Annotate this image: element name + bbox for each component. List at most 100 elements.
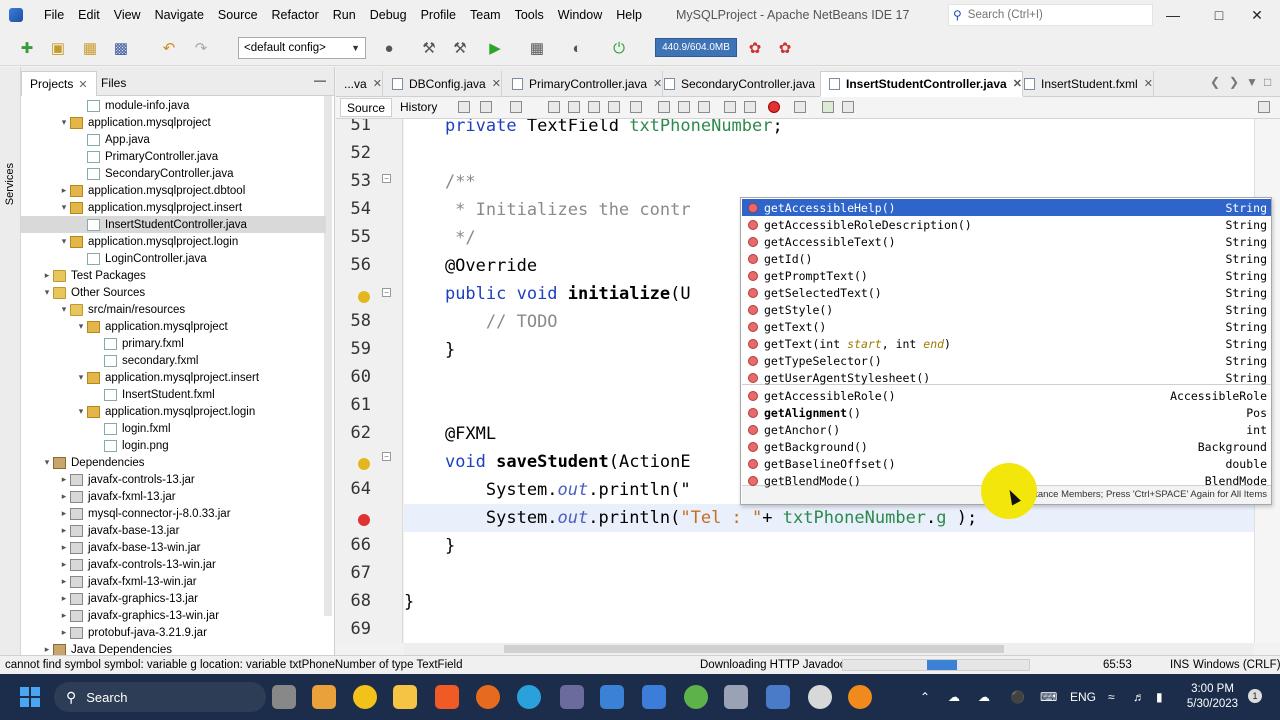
clean-build-icon[interactable]: ⚒ (449, 37, 471, 59)
toggle-search-icon[interactable] (630, 101, 642, 113)
expanded-toggle-icon[interactable]: ▾ (58, 304, 70, 315)
tree-item[interactable]: PrimaryController.java (21, 148, 326, 165)
override-hint-icon[interactable] (358, 291, 370, 303)
windows-start-icon[interactable] (20, 687, 40, 707)
forward-icon[interactable] (510, 101, 522, 113)
tab-files[interactable]: Files (93, 71, 134, 96)
menu-navigate[interactable]: Navigate (148, 0, 211, 30)
telegram-icon[interactable] (517, 685, 541, 709)
menu-edit[interactable]: Edit (71, 0, 107, 30)
debug-icon[interactable]: ▦ (526, 37, 548, 59)
completion-item[interactable]: getAccessibleRoleDescription() String (742, 216, 1271, 233)
completion-item[interactable]: getAccessibleText() String (742, 233, 1271, 250)
undo-icon[interactable]: ↶ (158, 37, 180, 59)
completion-item[interactable]: getText() String (742, 318, 1271, 335)
tab-scroll-left-icon[interactable]: ❮ (1210, 75, 1220, 89)
tree-item[interactable]: ▸ javafx-controls-13-win.jar (21, 556, 326, 573)
collapsed-toggle-icon[interactable]: ▸ (58, 525, 70, 536)
tray-expand-icon[interactable]: ⌃ (920, 674, 930, 720)
tree-item[interactable]: ▾ Other Sources (21, 284, 326, 301)
code-line[interactable]: /** (404, 168, 1254, 196)
firefox-icon[interactable] (476, 685, 500, 709)
expanded-toggle-icon[interactable]: ▾ (75, 372, 87, 383)
tree-item[interactable]: App.java (21, 131, 326, 148)
tree-item[interactable]: login.fxml (21, 420, 326, 437)
close-icon[interactable]: ✕ (78, 79, 87, 91)
completion-item[interactable]: getBackground() Background (742, 438, 1271, 455)
tree-item[interactable]: ▸ javafx-graphics-13.jar (21, 590, 326, 607)
tree-item[interactable]: ▾ application.mysqlproject.insert (21, 199, 326, 216)
services-tab[interactable]: Services (4, 163, 16, 205)
expanded-toggle-icon[interactable]: ▾ (41, 287, 53, 298)
menu-refactor[interactable]: Refactor (265, 0, 326, 30)
volume-icon[interactable]: ♬ (1133, 674, 1145, 720)
collapsed-toggle-icon[interactable]: ▸ (41, 644, 53, 655)
find-next-icon[interactable] (568, 101, 580, 113)
completion-item[interactable]: getUserAgentStylesheet() String (742, 369, 1271, 386)
completion-item[interactable]: getAccessibleRole() AccessibleRole (742, 387, 1271, 404)
ide-search-box[interactable]: ⚲ (948, 4, 1153, 26)
completion-item[interactable]: getTypeSelector() String (742, 352, 1271, 369)
todo-icon[interactable] (600, 685, 624, 709)
fold-icon[interactable]: − (382, 288, 391, 297)
collapsed-toggle-icon[interactable]: ▸ (58, 542, 70, 553)
tree-item[interactable]: ▸ Java Dependencies (21, 641, 326, 655)
collapsed-toggle-icon[interactable]: ▸ (58, 508, 70, 519)
app-orange-icon[interactable] (848, 685, 872, 709)
completion-item[interactable]: getAlignment() Pos (742, 404, 1271, 421)
collapsed-toggle-icon[interactable]: ▸ (58, 491, 70, 502)
menu-source[interactable]: Source (211, 0, 265, 30)
prev-bookmark-icon[interactable] (658, 101, 670, 113)
wifi-icon[interactable]: ≈ (1108, 674, 1115, 720)
chrome-icon[interactable] (353, 685, 377, 709)
editor-tab[interactable]: PrimaryController.java ✕ (504, 71, 664, 97)
completion-item[interactable]: getText(int start, int end) String (742, 335, 1271, 352)
editor-tab[interactable]: InsertStudent.fxml ✕ (1016, 71, 1154, 97)
tree-item[interactable]: ▸ Test Packages (21, 267, 326, 284)
collapsed-toggle-icon[interactable]: ▸ (58, 576, 70, 587)
horizontal-scrollbar[interactable] (404, 643, 1254, 655)
shift-right-icon[interactable] (744, 101, 756, 113)
keyboard-icon[interactable]: ⌨ (1040, 674, 1057, 720)
new-project-icon[interactable]: ▣ (47, 37, 69, 59)
fold-icon[interactable]: − (382, 452, 391, 461)
tree-item[interactable]: ▸ javafx-fxml-13.jar (21, 488, 326, 505)
collapsed-toggle-icon[interactable]: ▸ (58, 610, 70, 621)
tree-item[interactable]: secondary.fxml (21, 352, 326, 369)
completion-item[interactable]: getAnchor() int (742, 421, 1271, 438)
tree-item[interactable]: ▸ application.mysqlproject.dbtool (21, 182, 326, 199)
collapsed-toggle-icon[interactable]: ▸ (58, 185, 70, 196)
collapsed-toggle-icon[interactable]: ▸ (58, 593, 70, 604)
tree-item[interactable]: primary.fxml (21, 335, 326, 352)
redo-icon[interactable]: ↷ (190, 37, 212, 59)
code-line[interactable]: private TextField txtPhoneNumber; (404, 119, 1254, 140)
app-icon[interactable] (560, 685, 584, 709)
tree-item[interactable]: login.png (21, 437, 326, 454)
tree-item[interactable]: InsertStudent.fxml (21, 386, 326, 403)
tree-item[interactable]: ▸ javafx-graphics-13-win.jar (21, 607, 326, 624)
tree-item[interactable]: ▸ mysql-connector-j-8.0.33.jar (21, 505, 326, 522)
tree-item[interactable]: InsertStudentController.java (21, 216, 326, 233)
tree-item[interactable]: ▾ Dependencies (21, 454, 326, 471)
menu-run[interactable]: Run (326, 0, 363, 30)
cloud-icon[interactable]: ☁ (948, 674, 960, 720)
back-icon[interactable] (480, 101, 492, 113)
tab-projects[interactable]: Projects ✕ (21, 71, 97, 96)
find-prev-icon[interactable] (548, 101, 560, 113)
menu-window[interactable]: Window (551, 0, 609, 30)
line-endings[interactable]: Windows (CRLF) (1193, 656, 1280, 674)
comment-icon[interactable] (822, 101, 834, 113)
menu-team[interactable]: Team (463, 0, 508, 30)
tree-item[interactable]: ▸ javafx-controls-13.jar (21, 471, 326, 488)
stop-macro-icon[interactable] (794, 101, 806, 113)
uncomment-icon[interactable] (842, 101, 854, 113)
notification-badge[interactable]: 1 (1248, 689, 1262, 703)
profiler-icon[interactable]: ✿ (774, 37, 796, 59)
record-macro-icon[interactable] (768, 101, 780, 113)
spring-icon[interactable] (684, 685, 708, 709)
expanded-toggle-icon[interactable]: ▾ (75, 406, 87, 417)
scroll-thumb[interactable] (504, 645, 1004, 653)
task-view-icon[interactable] (272, 685, 296, 709)
expanded-toggle-icon[interactable]: ▾ (75, 321, 87, 332)
fold-icon[interactable]: − (382, 174, 391, 183)
